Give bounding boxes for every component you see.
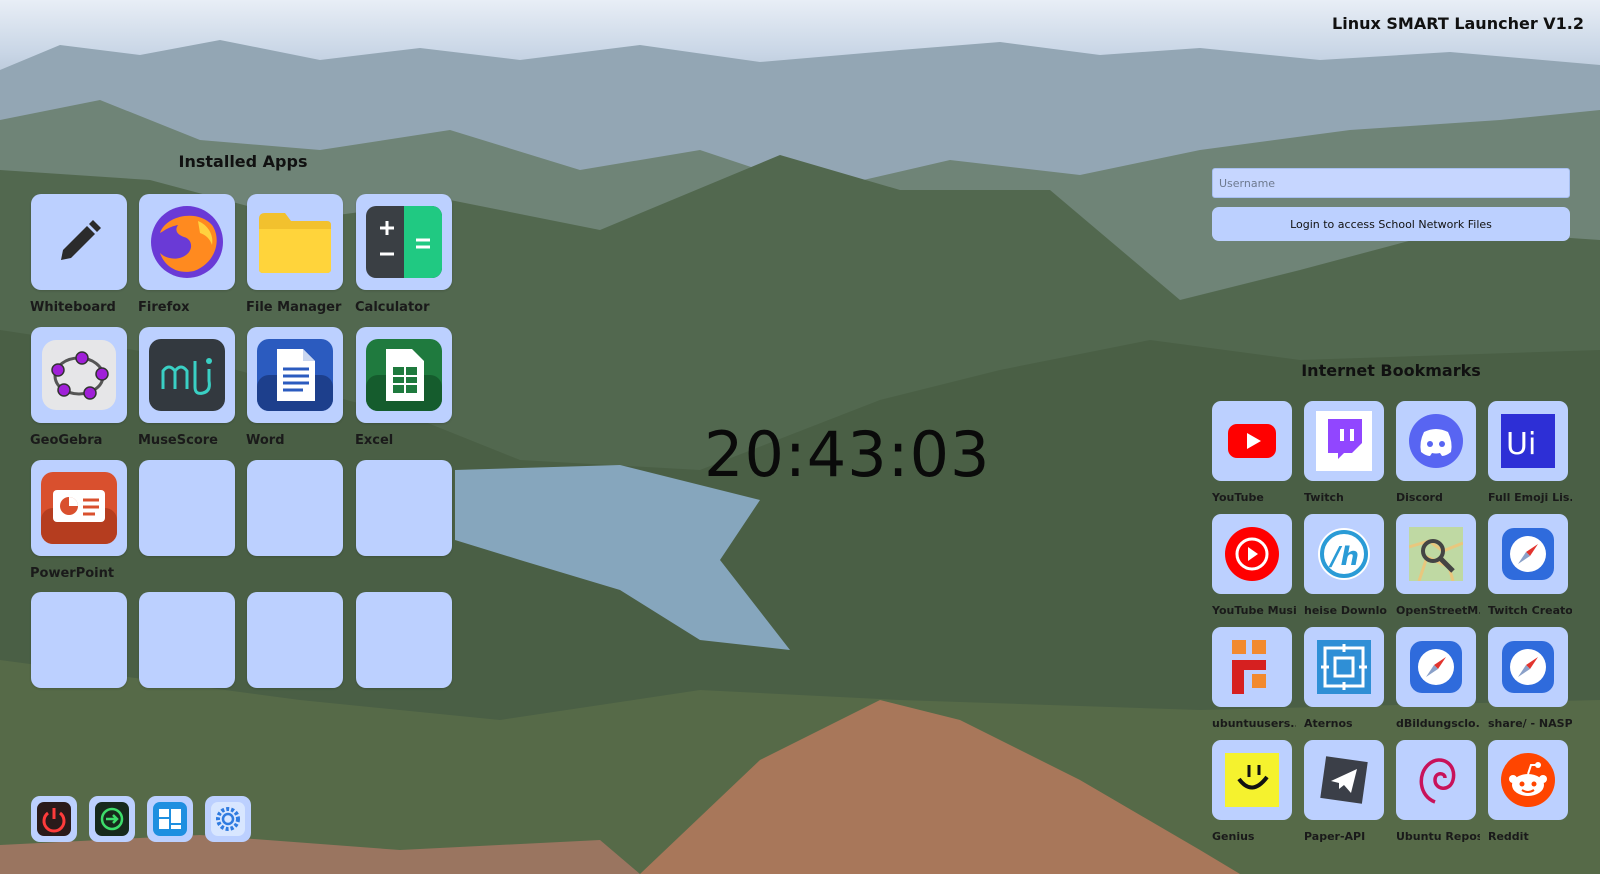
bookmark-discord[interactable] xyxy=(1396,401,1476,481)
bookmark-label: YouTube xyxy=(1212,491,1264,504)
bookmark-label: share/ - NASPI xyxy=(1488,717,1572,730)
calculator-icon xyxy=(366,206,442,278)
presentation-icon xyxy=(41,472,117,544)
bookmark-label: Twitch Creato... xyxy=(1488,604,1572,617)
username-input[interactable] xyxy=(1212,168,1570,198)
empty-app-slot[interactable] xyxy=(356,460,452,556)
bookmark-share-naspi[interactable] xyxy=(1488,627,1568,707)
power-button[interactable] xyxy=(31,796,77,842)
bookmark-label: Reddit xyxy=(1488,830,1529,843)
installed-apps-heading: Installed Apps xyxy=(178,152,308,171)
apps-grid-icon xyxy=(153,802,187,836)
app-tile-powerpoint[interactable] xyxy=(31,460,127,556)
bookmark-label: Full Emoji Lis... xyxy=(1488,491,1572,504)
bookmark-ubuntuusers[interactable] xyxy=(1212,627,1292,707)
app-tile-firefox[interactable] xyxy=(139,194,235,290)
bookmark-openstreetmap[interactable] xyxy=(1396,514,1476,594)
empty-app-slot[interactable] xyxy=(31,592,127,688)
app-tile-excel[interactable] xyxy=(356,327,452,423)
compass-icon xyxy=(1502,641,1554,693)
window-title: Linux SMART Launcher V1.2 xyxy=(1332,14,1584,33)
settings-button[interactable] xyxy=(205,796,251,842)
bookmark-label: Ubuntu Repos xyxy=(1396,830,1480,843)
empty-app-slot[interactable] xyxy=(247,592,343,688)
bookmark-label: Discord xyxy=(1396,491,1443,504)
svg-text:/h: /h xyxy=(1328,542,1359,572)
app-label-file-manager: File Manager xyxy=(246,300,342,315)
app-label-whiteboard: Whiteboard xyxy=(30,300,116,315)
bookmark-reddit[interactable] xyxy=(1488,740,1568,820)
bookmark-label: YouTube Music xyxy=(1212,604,1296,617)
bookmark-label: OpenStreetM... xyxy=(1396,604,1480,617)
discord-icon xyxy=(1409,414,1463,468)
empty-app-slot[interactable] xyxy=(139,592,235,688)
genius-icon xyxy=(1225,753,1279,807)
bookmark-label: Paper-API xyxy=(1304,830,1366,843)
bookmark-label: dBildungsclo... xyxy=(1396,717,1480,730)
bookmark-heise-download[interactable]: /h xyxy=(1304,514,1384,594)
bookmark-label: Aternos xyxy=(1304,717,1353,730)
compass-icon xyxy=(1502,528,1554,580)
app-label-word: Word xyxy=(246,433,285,448)
geogebra-icon xyxy=(42,340,116,410)
empty-app-slot[interactable] xyxy=(356,592,452,688)
app-tile-word[interactable] xyxy=(247,327,343,423)
empty-app-slot[interactable] xyxy=(139,460,235,556)
bookmark-twitch[interactable] xyxy=(1304,401,1384,481)
app-label-musescore: MuseScore xyxy=(138,433,218,448)
settings-icon xyxy=(211,802,245,836)
aternos-icon xyxy=(1317,640,1371,694)
app-label-calculator: Calculator xyxy=(355,300,430,315)
bookmark-full-emoji-list[interactable]: Ui xyxy=(1488,401,1568,481)
bookmark-genius[interactable] xyxy=(1212,740,1292,820)
spreadsheet-icon xyxy=(366,339,442,411)
bookmark-label: heise Downlo... xyxy=(1304,604,1388,617)
bookmark-paper-api[interactable] xyxy=(1304,740,1384,820)
bookmark-dbildungscloud[interactable] xyxy=(1396,627,1476,707)
bookmark-twitch-creator[interactable] xyxy=(1488,514,1568,594)
app-tile-whiteboard[interactable] xyxy=(31,194,127,290)
bookmark-youtube-music[interactable] xyxy=(1212,514,1292,594)
musescore-icon xyxy=(149,339,225,411)
firefox-icon xyxy=(151,206,223,278)
compass-icon xyxy=(1410,641,1462,693)
internet-bookmarks-heading: Internet Bookmarks xyxy=(1301,361,1481,380)
paper-plane-icon xyxy=(1320,756,1368,804)
logout-button[interactable] xyxy=(89,796,135,842)
heise-icon: /h xyxy=(1318,528,1370,580)
bookmark-label: ubuntuusers.... xyxy=(1212,717,1296,730)
bookmark-youtube[interactable] xyxy=(1212,401,1292,481)
pencil-icon xyxy=(61,220,101,260)
app-label-firefox: Firefox xyxy=(138,300,190,315)
word-document-icon xyxy=(257,339,333,411)
clock: 20:43:03 xyxy=(704,418,991,491)
app-tile-geogebra[interactable] xyxy=(31,327,127,423)
youtube-icon xyxy=(1228,424,1276,458)
svg-text:Ui: Ui xyxy=(1506,427,1536,462)
bookmark-aternos[interactable] xyxy=(1304,627,1384,707)
app-label-geogebra: GeoGebra xyxy=(30,433,103,448)
bookmark-label: Twitch xyxy=(1304,491,1344,504)
app-tile-musescore[interactable] xyxy=(139,327,235,423)
app-tile-file-manager[interactable] xyxy=(247,194,343,290)
bookmark-label: Genius xyxy=(1212,830,1255,843)
power-icon xyxy=(37,802,71,836)
twitch-icon xyxy=(1316,411,1372,471)
debian-swirl-icon xyxy=(1419,758,1456,804)
app-tile-calculator[interactable] xyxy=(356,194,452,290)
bookmark-ubuntu-repos[interactable] xyxy=(1396,740,1476,820)
unicode-icon: Ui xyxy=(1501,414,1555,468)
folder-icon xyxy=(259,213,331,273)
app-label-powerpoint: PowerPoint xyxy=(30,566,115,581)
apps-grid-button[interactable] xyxy=(147,796,193,842)
reddit-icon xyxy=(1501,753,1555,807)
ubuntuusers-icon xyxy=(1232,640,1266,694)
youtube-music-icon xyxy=(1225,527,1279,581)
logout-icon xyxy=(95,802,129,836)
openstreetmap-icon xyxy=(1409,527,1463,581)
app-label-excel: Excel xyxy=(355,433,394,448)
empty-app-slot[interactable] xyxy=(247,460,343,556)
login-button[interactable]: Login to access School Network Files xyxy=(1212,207,1570,241)
